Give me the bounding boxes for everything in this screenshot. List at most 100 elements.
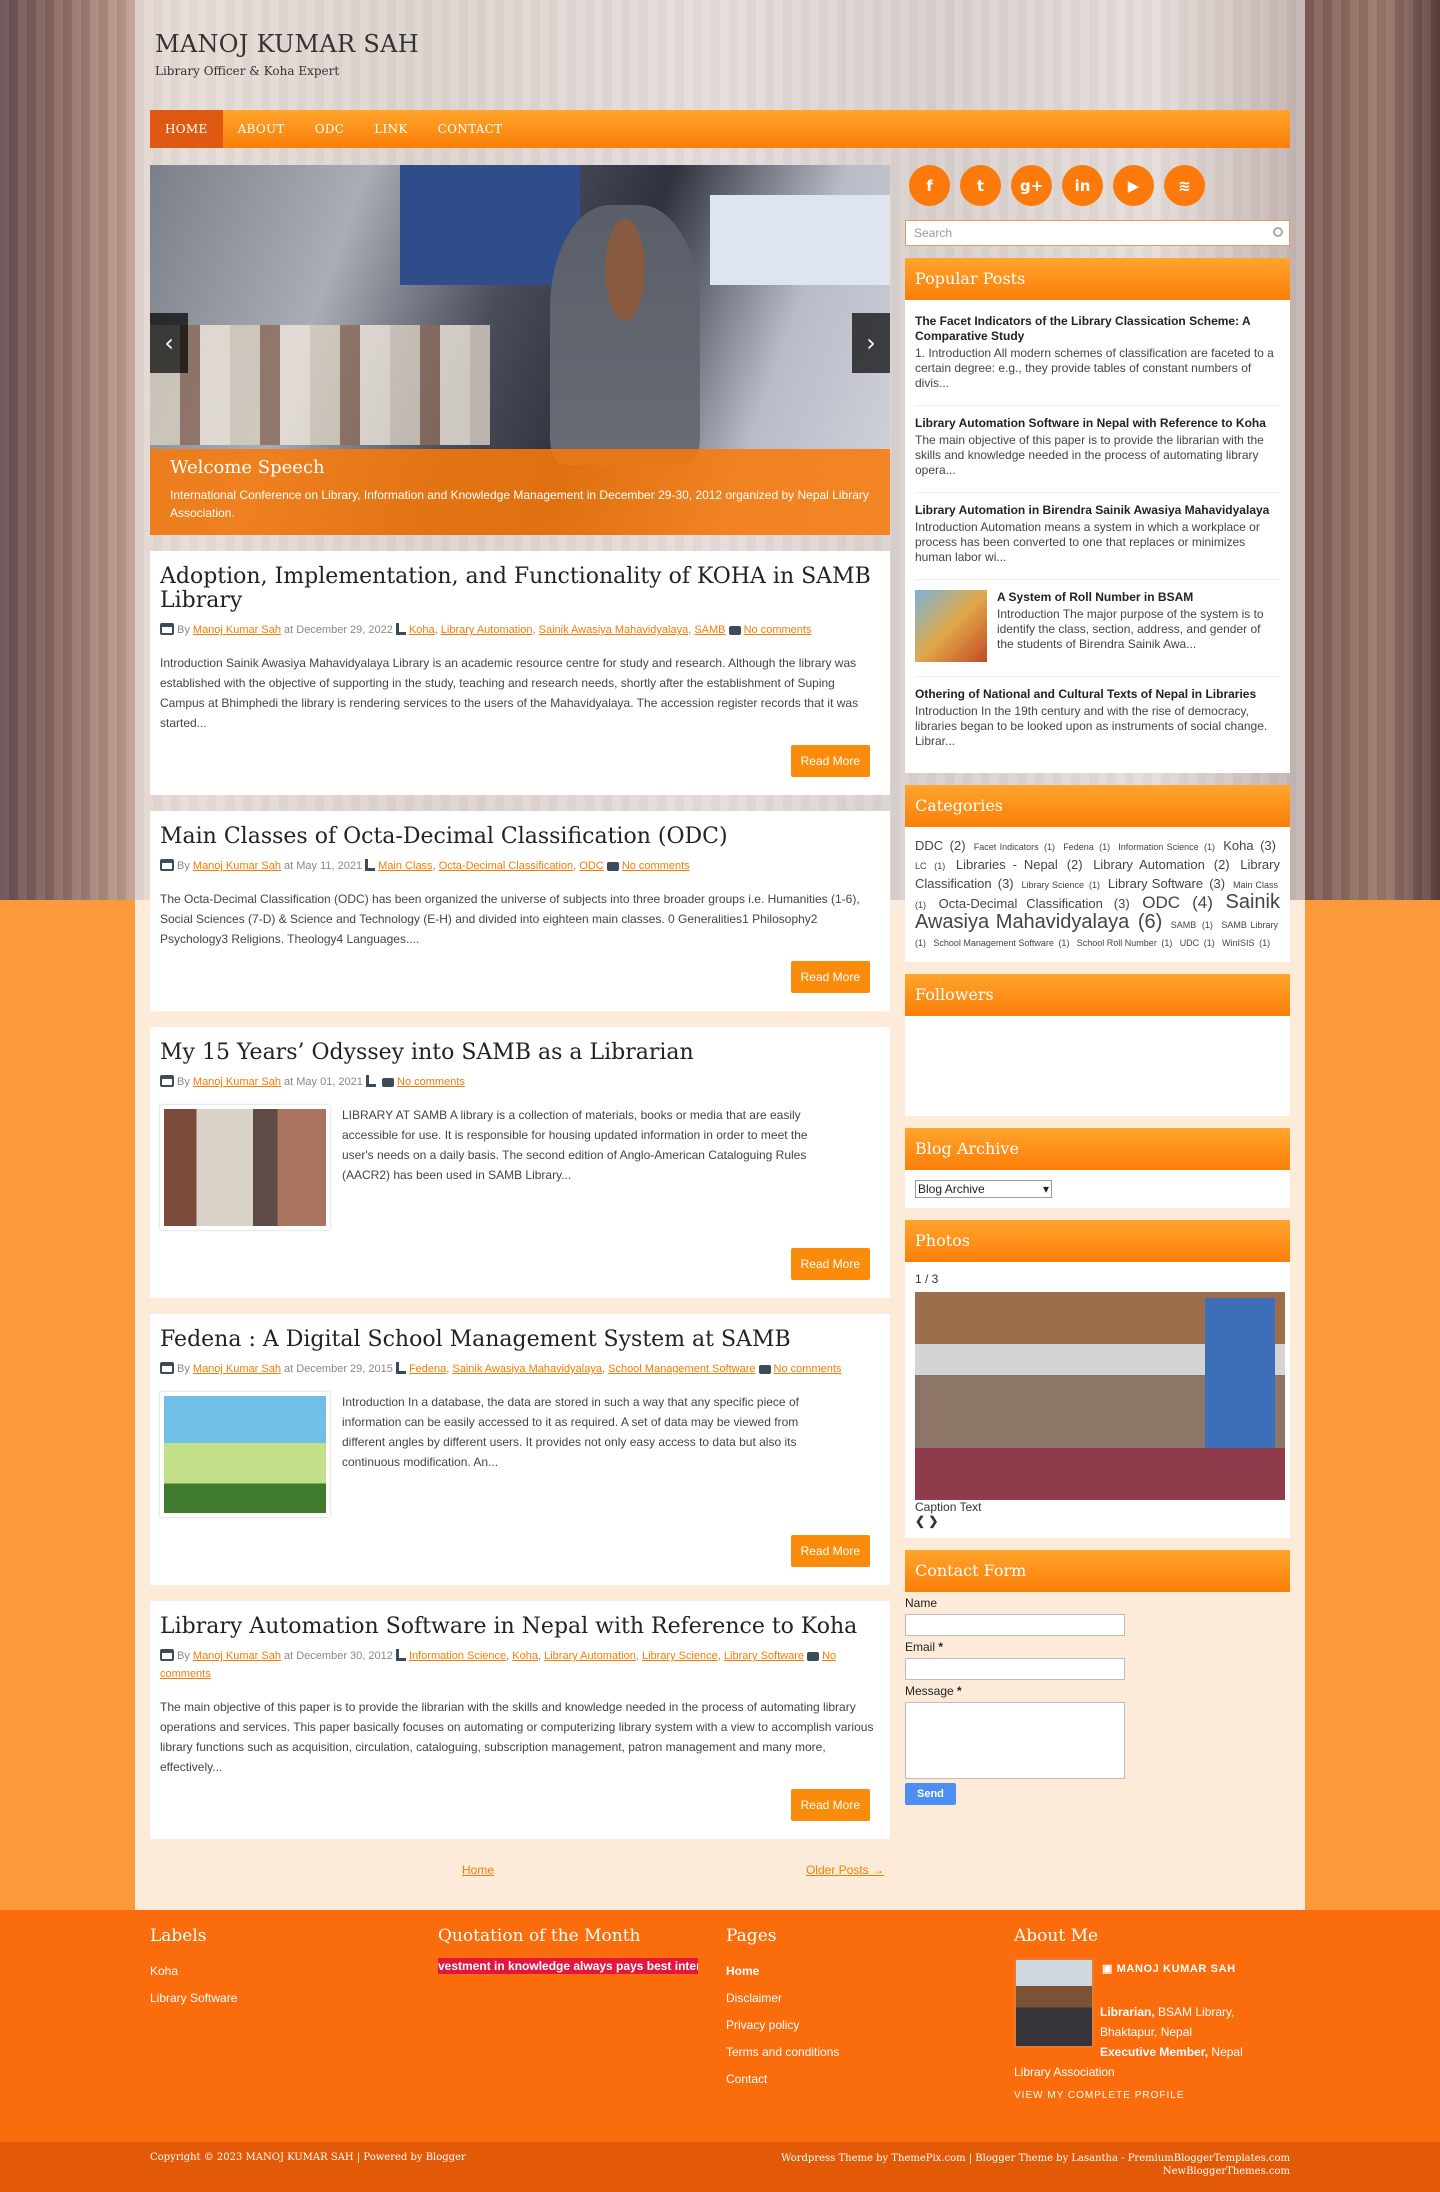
post-title[interactable]: Adoption, Implementation, and Functional… (160, 565, 880, 613)
post-label-link[interactable]: Information Science (409, 1650, 506, 1662)
photo-prev-icon[interactable]: ❮ (915, 1514, 925, 1528)
featured-slider[interactable]: ‹ › Welcome Speech International Confere… (150, 165, 890, 535)
post-author-link[interactable]: Manoj Kumar Sah (193, 860, 281, 872)
nav-contact[interactable]: CONTACT (423, 110, 518, 148)
send-button[interactable]: Send (905, 1783, 956, 1805)
twitter-icon[interactable]: t (960, 165, 1001, 206)
linkedin-icon[interactable]: in (1062, 165, 1103, 206)
category-link[interactable]: ODC (4) (1142, 893, 1215, 912)
popular-post-title[interactable]: Othering of National and Cultural Texts … (915, 687, 1280, 702)
post-title[interactable]: Library Automation Software in Nepal wit… (160, 1615, 880, 1639)
footer-page-link[interactable]: Privacy policy (726, 2012, 839, 2039)
category-link[interactable]: Octa-Decimal Classification (3) (939, 896, 1132, 911)
post-title[interactable]: My 15 Years’ Odyssey into SAMB as a Libr… (160, 1041, 880, 1065)
read-more-button[interactable]: Read More (790, 745, 870, 777)
post-author-link[interactable]: Manoj Kumar Sah (193, 1076, 281, 1088)
post-comments-link[interactable]: No comments (774, 1363, 842, 1375)
category-link[interactable]: Information Science (1) (1118, 842, 1217, 852)
photo-next-icon[interactable]: ❯ (928, 1514, 938, 1528)
post-label-link[interactable]: Sainik Awasiya Mahavidyalaya (452, 1363, 602, 1375)
post-comments-link[interactable]: No comments (744, 624, 812, 636)
post-title[interactable]: Fedena : A Digital School Management Sys… (160, 1328, 880, 1352)
theme-credit-link[interactable]: Wordpress Theme by ThemePix.com | Blogge… (781, 2152, 1290, 2165)
post-label-link[interactable]: Main Class (378, 860, 432, 872)
post-author-link[interactable]: Manoj Kumar Sah (193, 1363, 281, 1375)
avatar[interactable] (1014, 1958, 1094, 2048)
category-link[interactable]: Koha (3) (1223, 838, 1278, 853)
youtube-icon[interactable]: ▶ (1113, 165, 1154, 206)
nav-odc[interactable]: ODC (300, 110, 360, 148)
post-label-link[interactable]: ODC (579, 860, 603, 872)
category-link[interactable]: Libraries - Nepal (2) (956, 857, 1085, 872)
footer-page-link[interactable]: Contact (726, 2066, 839, 2093)
facebook-icon[interactable]: f (909, 165, 950, 206)
search-box[interactable]: Search (905, 220, 1290, 246)
profile-name[interactable]: ▣ MANOJ KUMAR SAH (1102, 1962, 1236, 1975)
search-input[interactable]: Search (914, 226, 952, 240)
read-more-button[interactable]: Read More (790, 1535, 870, 1567)
post-label-link[interactable]: Library Software (724, 1650, 804, 1662)
footer-page-link[interactable]: Terms and conditions (726, 2039, 839, 2066)
post-label-link[interactable]: Fedena (409, 1363, 446, 1375)
post-label-link[interactable]: Octa-Decimal Classification (439, 860, 573, 872)
theme-credit-link-2[interactable]: NewBloggerThemes.com (781, 2165, 1290, 2178)
message-field[interactable] (905, 1702, 1125, 1779)
popular-post-title[interactable]: Library Automation in Birendra Sainik Aw… (915, 503, 1280, 518)
post-label-link[interactable]: SAMB (694, 624, 725, 636)
category-link[interactable]: Facet Indicators (1) (974, 842, 1057, 852)
category-link[interactable]: SAMB (1) (1171, 920, 1215, 930)
footer-page-link[interactable]: Disclaimer (726, 1985, 839, 2012)
post-thumbnail[interactable] (160, 1105, 330, 1230)
pager-home-link[interactable]: Home (462, 1863, 494, 1877)
rss-icon[interactable]: ≋ (1164, 165, 1205, 206)
popular-post-title[interactable]: Library Automation Software in Nepal wit… (915, 416, 1280, 431)
email-field[interactable] (905, 1658, 1125, 1680)
pager-older-link[interactable]: Older Posts → (806, 1863, 884, 1877)
nav-home[interactable]: HOME (150, 110, 223, 148)
popular-post-title[interactable]: A System of Roll Number in BSAM (997, 590, 1280, 605)
category-link[interactable]: DDC (2) (915, 838, 968, 853)
post-comments-link[interactable]: No comments (397, 1076, 465, 1088)
popular-post-thumbnail[interactable] (915, 590, 987, 662)
read-more-button[interactable]: Read More (790, 1248, 870, 1280)
footer-label-link[interactable]: Library Software (150, 1985, 237, 2012)
read-more-button[interactable]: Read More (790, 1789, 870, 1821)
nav-about[interactable]: ABOUT (223, 110, 300, 148)
category-link[interactable]: Library Science (1) (1021, 880, 1102, 890)
category-link[interactable]: Library Automation (2) (1093, 857, 1231, 872)
post-author-link[interactable]: Manoj Kumar Sah (193, 624, 281, 636)
post-comments-link[interactable]: No comments (622, 860, 690, 872)
slider-prev-icon[interactable]: ‹ (150, 313, 188, 373)
post-thumbnail[interactable] (160, 1392, 330, 1517)
post-label-link[interactable]: Koha (409, 624, 435, 636)
post-label-link[interactable]: Library Science (642, 1650, 718, 1662)
categories-widget: Categories DDC (2) Facet Indicators (1) … (905, 785, 1290, 962)
post-label-link[interactable]: Library Automation (441, 624, 533, 636)
blog-archive-select[interactable]: Blog Archive ▾ (915, 1180, 1052, 1198)
google-plus-icon[interactable]: g+ (1011, 165, 1052, 206)
post-author-link[interactable]: Manoj Kumar Sah (193, 1650, 281, 1662)
site-title[interactable]: MANOJ KUMAR SAH (155, 30, 419, 58)
post-label-link[interactable]: Koha (512, 1650, 538, 1662)
category-link[interactable]: School Roll Number (1) (1077, 938, 1175, 948)
post-label-link[interactable]: Sainik Awasiya Mahavidyalaya (539, 624, 689, 636)
category-link[interactable]: UDC (1) (1180, 938, 1217, 948)
category-link[interactable]: Fedena (1) (1063, 842, 1112, 852)
footer-label-link[interactable]: Koha (150, 1958, 237, 1985)
footer-page-link[interactable]: Home (726, 1958, 839, 1985)
category-link[interactable]: School Management Software (1) (933, 938, 1071, 948)
name-field[interactable] (905, 1614, 1125, 1636)
search-icon[interactable] (1273, 227, 1283, 237)
read-more-button[interactable]: Read More (790, 961, 870, 993)
slider-caption-title[interactable]: Welcome Speech (170, 457, 870, 478)
category-link[interactable]: Library Software (3) (1108, 876, 1227, 891)
view-profile-link[interactable]: VIEW MY COMPLETE PROFILE (1014, 2090, 1264, 2101)
slider-next-icon[interactable]: › (852, 313, 890, 373)
post-label-link[interactable]: Library Automation (544, 1650, 636, 1662)
nav-link[interactable]: LINK (359, 110, 422, 148)
category-link[interactable]: LC (1) (915, 861, 947, 871)
popular-post-title[interactable]: The Facet Indicators of the Library Clas… (915, 314, 1280, 344)
category-link[interactable]: WinISIS (1) (1222, 938, 1272, 948)
post-label-link[interactable]: School Management Software (608, 1363, 755, 1375)
post-title[interactable]: Main Classes of Octa-Decimal Classificat… (160, 825, 880, 849)
